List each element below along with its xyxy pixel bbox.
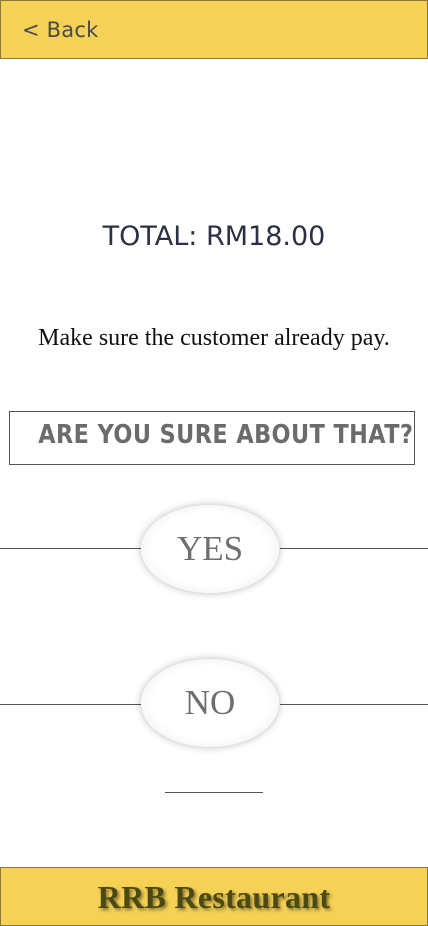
no-button[interactable]: NO <box>141 659 279 747</box>
bottom-divider <box>165 792 263 793</box>
divider-right-no <box>280 704 428 705</box>
restaurant-name: RRB Restaurant <box>97 879 331 915</box>
confirm-question-box: ARE YOU SURE ABOUT THAT? <box>9 411 415 465</box>
back-button[interactable]: < Back <box>22 18 98 42</box>
divider-right-yes <box>280 548 428 549</box>
header-bar: < Back <box>0 0 428 59</box>
divider-left-no <box>0 704 141 705</box>
footer-bar: RRB Restaurant <box>0 867 428 926</box>
confirm-question: ARE YOU SURE ABOUT THAT? <box>38 420 414 450</box>
yes-button[interactable]: YES <box>141 505 279 593</box>
divider-left-yes <box>0 548 141 549</box>
payment-instruction: Make sure the customer already pay. <box>38 325 390 351</box>
total-amount: TOTAL: RM18.00 <box>102 221 326 252</box>
